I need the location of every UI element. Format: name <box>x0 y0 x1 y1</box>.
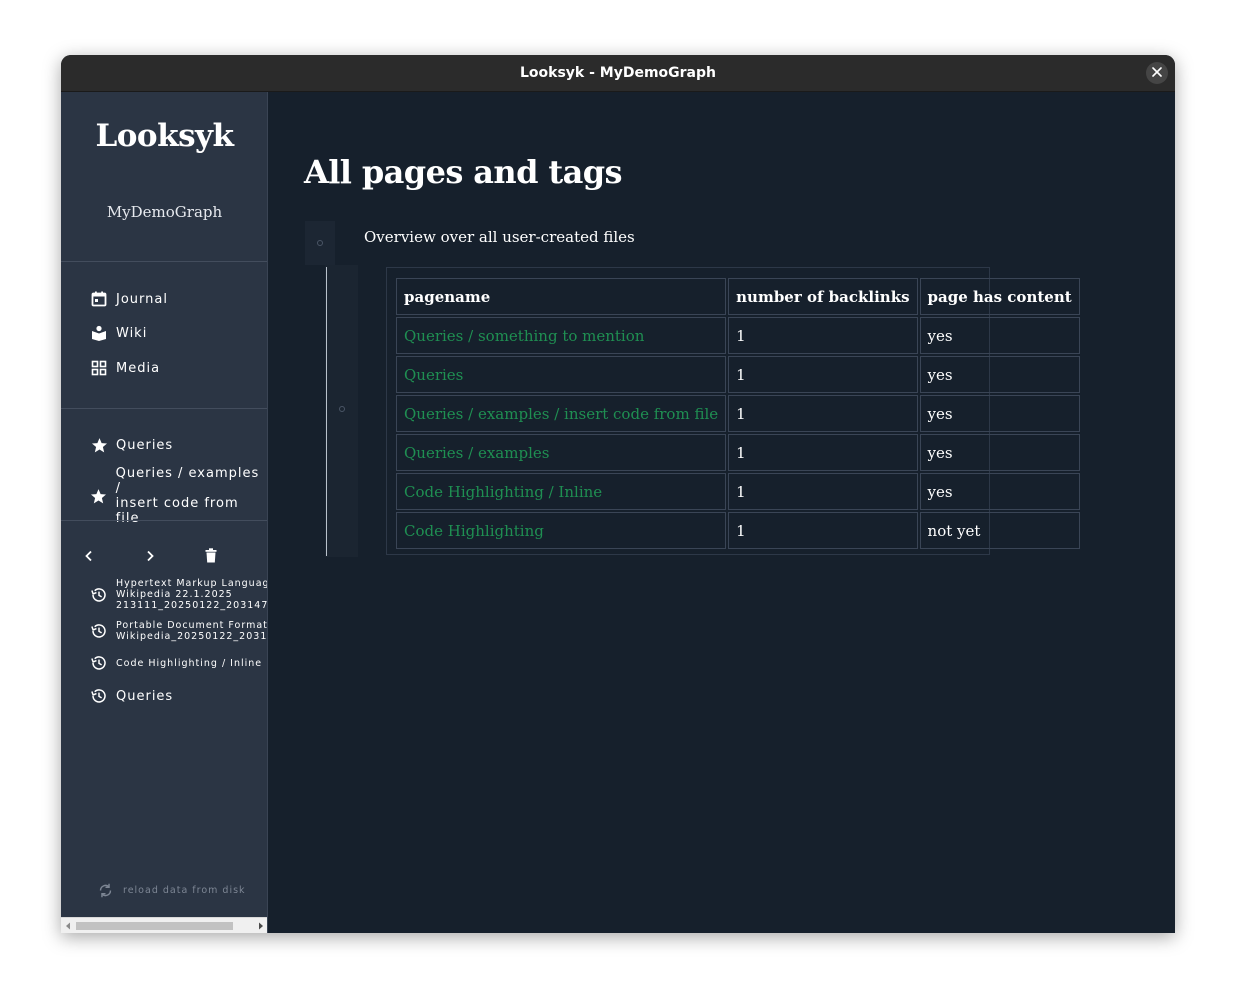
sidebar-item-label: Journal <box>116 291 168 307</box>
backlinks-cell: 1 <box>728 434 918 471</box>
close-icon <box>1152 64 1162 82</box>
content-cell: yes <box>919 395 1080 432</box>
reload-label: reload data from disk <box>123 885 246 896</box>
sidebar-item-label: Wiki <box>116 325 148 341</box>
backlinks-cell: 1 <box>728 512 918 549</box>
history-item-pdf[interactable]: Portable Document Format Wikipedia_20250… <box>90 620 268 642</box>
star-icon <box>90 487 108 505</box>
content-cell: yes <box>919 473 1080 510</box>
sidebar-divider <box>61 408 267 409</box>
history-icon <box>90 654 108 672</box>
table-row: Code Highlighting / Inline 1 yes <box>396 473 1080 510</box>
history-item-html[interactable]: Hypertext Markup Language Wikipedia 22.1… <box>90 578 268 611</box>
history-back-button[interactable] <box>79 547 99 569</box>
favourite-label-line2: insert code from file <box>115 496 239 526</box>
history-label-line1: Hypertext Markup Language <box>116 578 268 589</box>
history-label-line1: Portable Document Format <box>116 620 268 631</box>
close-button[interactable] <box>1146 62 1168 84</box>
backlinks-cell: 1 <box>728 473 918 510</box>
star-icon <box>90 436 108 454</box>
app-logo[interactable]: Looksyk <box>61 118 267 154</box>
scroll-right-arrow-icon[interactable] <box>257 921 265 931</box>
graph-name: MyDemoGraph <box>106 203 223 221</box>
favourite-item-insert-code-from-file[interactable]: Queries / examples / insert code from fi… <box>90 466 267 526</box>
history-label-line2: Wikipedia 22.1.2025 <box>116 589 233 600</box>
sidebar-item-journal[interactable]: Journal <box>90 290 168 308</box>
backlinks-cell: 1 <box>728 317 918 354</box>
page-description[interactable]: Overview over all user-created files <box>364 228 635 246</box>
content-cell: yes <box>919 317 1080 354</box>
calendar-icon <box>90 290 108 308</box>
history-label: Code Highlighting / Inline <box>116 657 263 669</box>
history-icon <box>90 622 108 640</box>
backlinks-cell: 1 <box>728 356 918 393</box>
favourite-label-line1: Queries / examples / <box>115 466 260 496</box>
page-title: All pages and tags <box>304 153 623 191</box>
sidebar-horizontal-scrollbar[interactable] <box>61 917 267 933</box>
history-label-line2: Wikipedia_20250122_20313 <box>116 631 268 642</box>
history-item-queries[interactable]: Queries <box>90 687 173 705</box>
favourite-label: Queries / examples / insert code from fi… <box>116 466 267 526</box>
pages-table-block: pagename number of backlinks page has co… <box>386 267 1080 555</box>
sidebar-item-label: Media <box>116 360 161 376</box>
page-link[interactable]: Code Highlighting <box>396 512 727 549</box>
table-row: Code Highlighting 1 not yet <box>396 512 1080 549</box>
scrollbar-thumb[interactable] <box>76 922 233 930</box>
reload-button[interactable]: reload data from disk <box>97 882 246 899</box>
table-row: Queries / something to mention 1 yes <box>396 317 1080 354</box>
sidebar-item-wiki[interactable]: Wiki <box>90 324 147 342</box>
backlinks-cell: 1 <box>728 395 918 432</box>
history-clear-button[interactable] <box>201 547 221 569</box>
history-icon <box>90 586 108 604</box>
title-bar[interactable]: Looksyk - MyDemoGraph <box>61 55 1175 92</box>
page-link[interactable]: Queries / something to mention <box>396 317 727 354</box>
block-indent-line <box>326 267 327 556</box>
pages-table: pagename number of backlinks page has co… <box>394 276 1082 551</box>
sidebar-divider <box>61 520 267 521</box>
history-icon <box>90 687 108 705</box>
refresh-icon <box>97 882 114 899</box>
main-content: All pages and tags Overview over all use… <box>269 92 1175 933</box>
sidebar-item-media[interactable]: Media <box>90 359 160 377</box>
favourite-item-queries[interactable]: Queries <box>90 436 173 454</box>
content-cell: yes <box>919 434 1080 471</box>
history-label-line3: 213111_20250122_203147.h <box>116 600 268 611</box>
sidebar: Looksyk MyDemoGraph Journal Wiki Media Q… <box>61 92 268 933</box>
block-bullet[interactable] <box>325 265 358 557</box>
app-window: Looksyk - MyDemoGraph Looksyk MyDemoGrap… <box>61 55 1175 933</box>
table-row: Queries / examples 1 yes <box>396 434 1080 471</box>
history-label: Queries <box>116 688 174 704</box>
bullet-dot-icon <box>339 406 345 412</box>
favourite-label: Queries <box>116 437 174 453</box>
history-label: Hypertext Markup Language Wikipedia 22.1… <box>116 578 268 611</box>
bullet-dot-icon <box>317 240 323 246</box>
history-label: Portable Document Format Wikipedia_20250… <box>116 620 268 642</box>
column-header-content: page has content <box>919 278 1080 315</box>
content-cell: yes <box>919 356 1080 393</box>
content-cell: not yet <box>919 512 1080 549</box>
table-header-row: pagename number of backlinks page has co… <box>396 278 1080 315</box>
sidebar-divider <box>61 261 267 262</box>
table-row: Queries / examples / insert code from fi… <box>396 395 1080 432</box>
block-bullet[interactable] <box>305 221 335 265</box>
page-link[interactable]: Queries / examples <box>396 434 727 471</box>
page-link[interactable]: Queries <box>396 356 727 393</box>
grid-icon <box>90 359 108 377</box>
history-controls <box>79 547 249 569</box>
column-header-pagename: pagename <box>396 278 727 315</box>
chevron-right-icon <box>145 549 155 567</box>
column-header-backlinks: number of backlinks <box>728 278 918 315</box>
book-icon <box>90 324 108 342</box>
window-title: Looksyk - MyDemoGraph <box>519 65 716 81</box>
page-link[interactable]: Queries / examples / insert code from fi… <box>396 395 727 432</box>
chevron-left-icon <box>84 549 94 567</box>
history-item-code-highlighting-inline[interactable]: Code Highlighting / Inline <box>90 654 262 672</box>
scroll-left-arrow-icon[interactable] <box>64 921 72 931</box>
table-row: Queries 1 yes <box>396 356 1080 393</box>
page-link[interactable]: Code Highlighting / Inline <box>396 473 727 510</box>
trash-icon <box>205 548 217 568</box>
history-forward-button[interactable] <box>140 547 160 569</box>
